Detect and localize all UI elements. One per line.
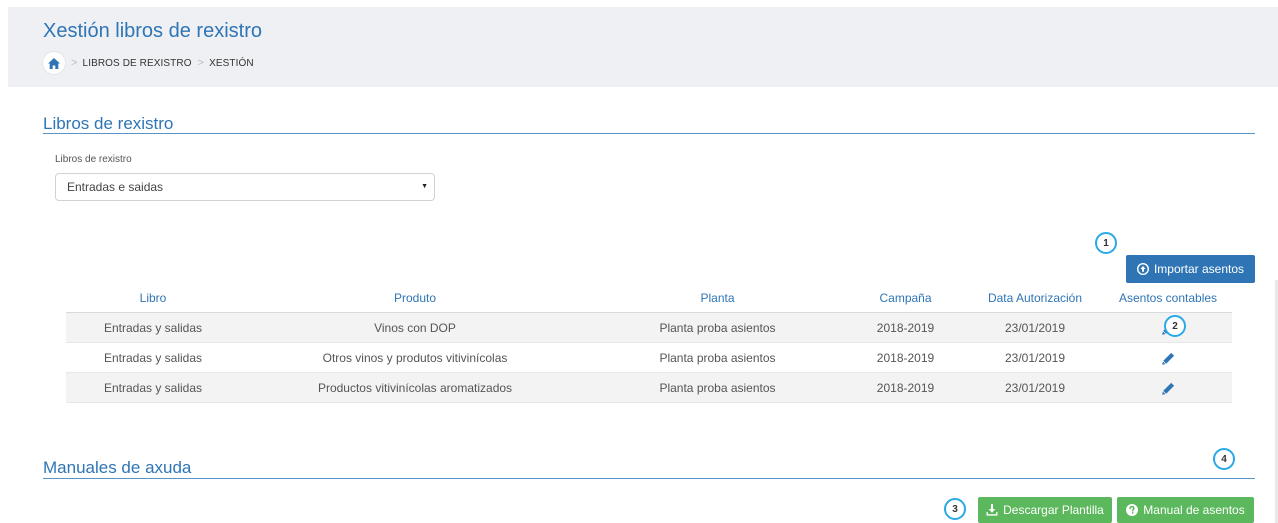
column-header-libro[interactable]: Libro bbox=[66, 283, 240, 313]
cell-planta: Planta proba asientos bbox=[590, 372, 845, 403]
breadcrumb: > LIBROS DE REXISTRO > XESTIÓN bbox=[43, 52, 254, 74]
column-header-produto[interactable]: Produto bbox=[240, 283, 590, 313]
page-header bbox=[8, 7, 1278, 87]
pencil-icon[interactable] bbox=[1161, 352, 1175, 365]
table-row: Entradas y salidas Otros vinos y produto… bbox=[66, 342, 1232, 373]
cell-data-autorizacion: 23/01/2019 bbox=[966, 342, 1104, 373]
step-badge-1: 1 bbox=[1095, 232, 1117, 254]
column-header-planta[interactable]: Planta bbox=[590, 283, 845, 313]
section-divider bbox=[43, 133, 1255, 134]
cell-asentos-contables bbox=[1104, 372, 1232, 403]
section-divider bbox=[43, 478, 1255, 479]
descargar-plantilla-button[interactable]: Descargar Plantilla bbox=[978, 497, 1112, 523]
libros-select[interactable]: Entradas e saidas ▼ bbox=[55, 173, 435, 201]
column-header-campana[interactable]: Campaña bbox=[845, 283, 966, 313]
table-header-row: Libro Produto Planta Campaña Data Autori… bbox=[66, 283, 1232, 313]
step-badge-2: 2 bbox=[1164, 315, 1186, 337]
select-label: Libros de rexistro bbox=[55, 154, 132, 165]
upload-circle-icon bbox=[1136, 263, 1149, 275]
cell-produto: Vinos con DOP bbox=[240, 312, 590, 343]
page-title: Xestión libros de rexistro bbox=[43, 20, 262, 42]
cell-libro: Entradas y salidas bbox=[66, 372, 240, 403]
cell-data-autorizacion: 23/01/2019 bbox=[966, 372, 1104, 403]
section-title-libros: Libros de rexistro bbox=[43, 114, 174, 133]
import-asentos-button[interactable]: Importar asentos bbox=[1126, 255, 1255, 283]
breadcrumb-separator: > bbox=[71, 57, 78, 69]
pencil-icon[interactable] bbox=[1161, 382, 1175, 395]
table-row: Entradas y salidas Vinos con DOP Planta … bbox=[66, 312, 1232, 343]
step-badge-3: 3 bbox=[944, 498, 966, 520]
cell-campana: 2018-2019 bbox=[845, 342, 966, 373]
import-asentos-label: Importar asentos bbox=[1153, 262, 1245, 276]
cell-produto: Otros vinos y produtos vitivinícolas bbox=[240, 342, 590, 373]
cell-libro: Entradas y salidas bbox=[66, 312, 240, 343]
cell-libro: Entradas y salidas bbox=[66, 342, 240, 373]
table-row: Entradas y salidas Productos vitivinícol… bbox=[66, 372, 1232, 403]
manual-asentos-button[interactable]: Manual de asentos bbox=[1117, 497, 1254, 523]
breadcrumb-home[interactable] bbox=[43, 52, 65, 74]
cell-planta: Planta proba asientos bbox=[590, 342, 845, 373]
manual-asentos-label: Manual de asentos bbox=[1143, 503, 1245, 517]
caret-down-icon: ▼ bbox=[421, 183, 428, 190]
cell-asentos-contables bbox=[1104, 342, 1232, 373]
libros-table: Libro Produto Planta Campaña Data Autori… bbox=[66, 283, 1232, 403]
cell-campana: 2018-2019 bbox=[845, 372, 966, 403]
breadcrumb-separator: > bbox=[197, 57, 205, 69]
step-badge-4: 4 bbox=[1213, 448, 1235, 470]
column-header-asentos-contables: Asentos contables bbox=[1104, 283, 1232, 313]
section-title-manuales: Manuales de axuda bbox=[43, 458, 192, 477]
descargar-plantilla-label: Descargar Plantilla bbox=[1003, 503, 1104, 517]
libros-select-value: Entradas e saidas bbox=[67, 180, 164, 194]
download-icon bbox=[986, 504, 998, 516]
home-icon bbox=[48, 57, 60, 69]
column-header-data-autorizacion[interactable]: Data Autorización bbox=[966, 283, 1104, 313]
breadcrumb-item-libros[interactable]: LIBROS DE REXISTRO bbox=[83, 58, 192, 69]
breadcrumb-item-xestion: XESTIÓN bbox=[209, 57, 254, 69]
cell-produto: Productos vitivinícolas aromatizados bbox=[240, 372, 590, 403]
question-circle-icon bbox=[1126, 504, 1139, 516]
cell-planta: Planta proba asientos bbox=[590, 312, 845, 343]
cell-data-autorizacion: 23/01/2019 bbox=[966, 312, 1104, 343]
cell-campana: 2018-2019 bbox=[845, 312, 966, 343]
